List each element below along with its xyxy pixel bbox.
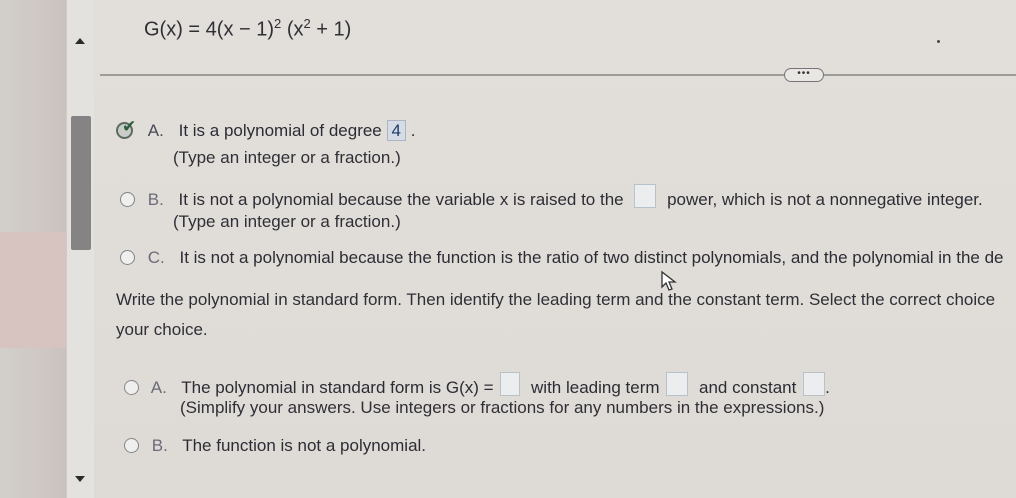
radio-button[interactable] bbox=[124, 380, 139, 395]
function-formula: G(x) = 4(x − 1)2 (x2 + 1) bbox=[144, 16, 351, 42]
section-divider bbox=[100, 74, 1016, 76]
option-a-hint: (Type an integer or a fraction.) bbox=[173, 148, 401, 167]
scroll-thumb[interactable] bbox=[71, 116, 91, 250]
scroll-up-arrow-icon[interactable] bbox=[75, 38, 85, 44]
option-letter: A. bbox=[147, 121, 164, 140]
standard-form-answer-box[interactable] bbox=[500, 372, 521, 396]
option-text: The polynomial in standard form is G(x) … bbox=[181, 378, 494, 397]
option-text-leading: with leading term bbox=[531, 378, 660, 397]
formula-rest: + 1) bbox=[310, 18, 352, 41]
vertical-scrollbar[interactable] bbox=[66, 0, 94, 498]
more-options-button[interactable]: ••• bbox=[784, 68, 824, 82]
formula-factor: (x bbox=[286, 18, 304, 41]
option-text: It is a polynomial of degree bbox=[178, 121, 382, 140]
option-text-constant: and constant bbox=[699, 378, 797, 397]
power-answer-box[interactable] bbox=[634, 184, 657, 208]
degree-answer-box[interactable]: 4 bbox=[386, 120, 406, 141]
option-letter: A. bbox=[150, 378, 167, 397]
leading-term-answer-box[interactable] bbox=[666, 372, 689, 396]
option-a-hint-simplify: (Simplify your answers. Use integers or … bbox=[180, 398, 825, 417]
option-letter: C. bbox=[147, 248, 165, 267]
option-c-ratio[interactable]: C. It is not a polynomial because the fu… bbox=[120, 248, 1004, 268]
option-text: The function is not a polynomial. bbox=[182, 436, 427, 455]
option-letter: B. bbox=[147, 190, 164, 209]
option-text-end: . bbox=[410, 121, 416, 140]
question-panel: G(x) = 4(x − 1)2 (x2 + 1) ••• ✔ A. It is… bbox=[94, 0, 1016, 498]
radio-button[interactable] bbox=[120, 250, 135, 265]
option-text-end: power, which is not a nonnegative intege… bbox=[667, 190, 983, 209]
left-highlight-band bbox=[0, 232, 66, 348]
option-text: It is not a polynomial because the funct… bbox=[179, 248, 1004, 267]
option-b-not-polynomial-power[interactable]: B. It is not a polynomial because the va… bbox=[120, 184, 983, 210]
formula-base: G(x) = 4(x − 1) bbox=[144, 18, 275, 41]
option-b-not-polynomial[interactable]: B. The function is not a polynomial. bbox=[124, 436, 426, 456]
option-text-end: . bbox=[825, 378, 830, 397]
option-b-hint: (Type an integer or a fraction.) bbox=[173, 212, 401, 231]
part2-prompt-line1: Write the polynomial in standard form. T… bbox=[116, 290, 996, 309]
left-background bbox=[0, 0, 66, 498]
more-options-dots: ••• bbox=[797, 68, 811, 79]
stray-dot bbox=[937, 40, 940, 43]
checkmark-icon: ✔ bbox=[122, 117, 137, 136]
scroll-down-arrow-icon[interactable] bbox=[75, 476, 85, 482]
formula-exponent-2: 2 bbox=[303, 16, 311, 31]
radio-button[interactable] bbox=[124, 438, 139, 453]
option-letter: B. bbox=[151, 436, 168, 455]
formula-exponent-1: 2 bbox=[274, 16, 282, 31]
mouse-pointer-icon bbox=[661, 270, 677, 291]
option-text: It is not a polynomial because the varia… bbox=[178, 190, 624, 209]
selected-radio[interactable]: ✔ bbox=[116, 117, 138, 139]
option-a-standard-form[interactable]: A. The polynomial in standard form is G(… bbox=[124, 372, 830, 398]
radio-button[interactable] bbox=[120, 192, 135, 207]
option-a-degree[interactable]: ✔ A. It is a polynomial of degree 4 . bbox=[116, 117, 416, 141]
constant-term-answer-box[interactable] bbox=[803, 372, 826, 396]
part2-prompt-line2: your choice. bbox=[116, 320, 208, 339]
